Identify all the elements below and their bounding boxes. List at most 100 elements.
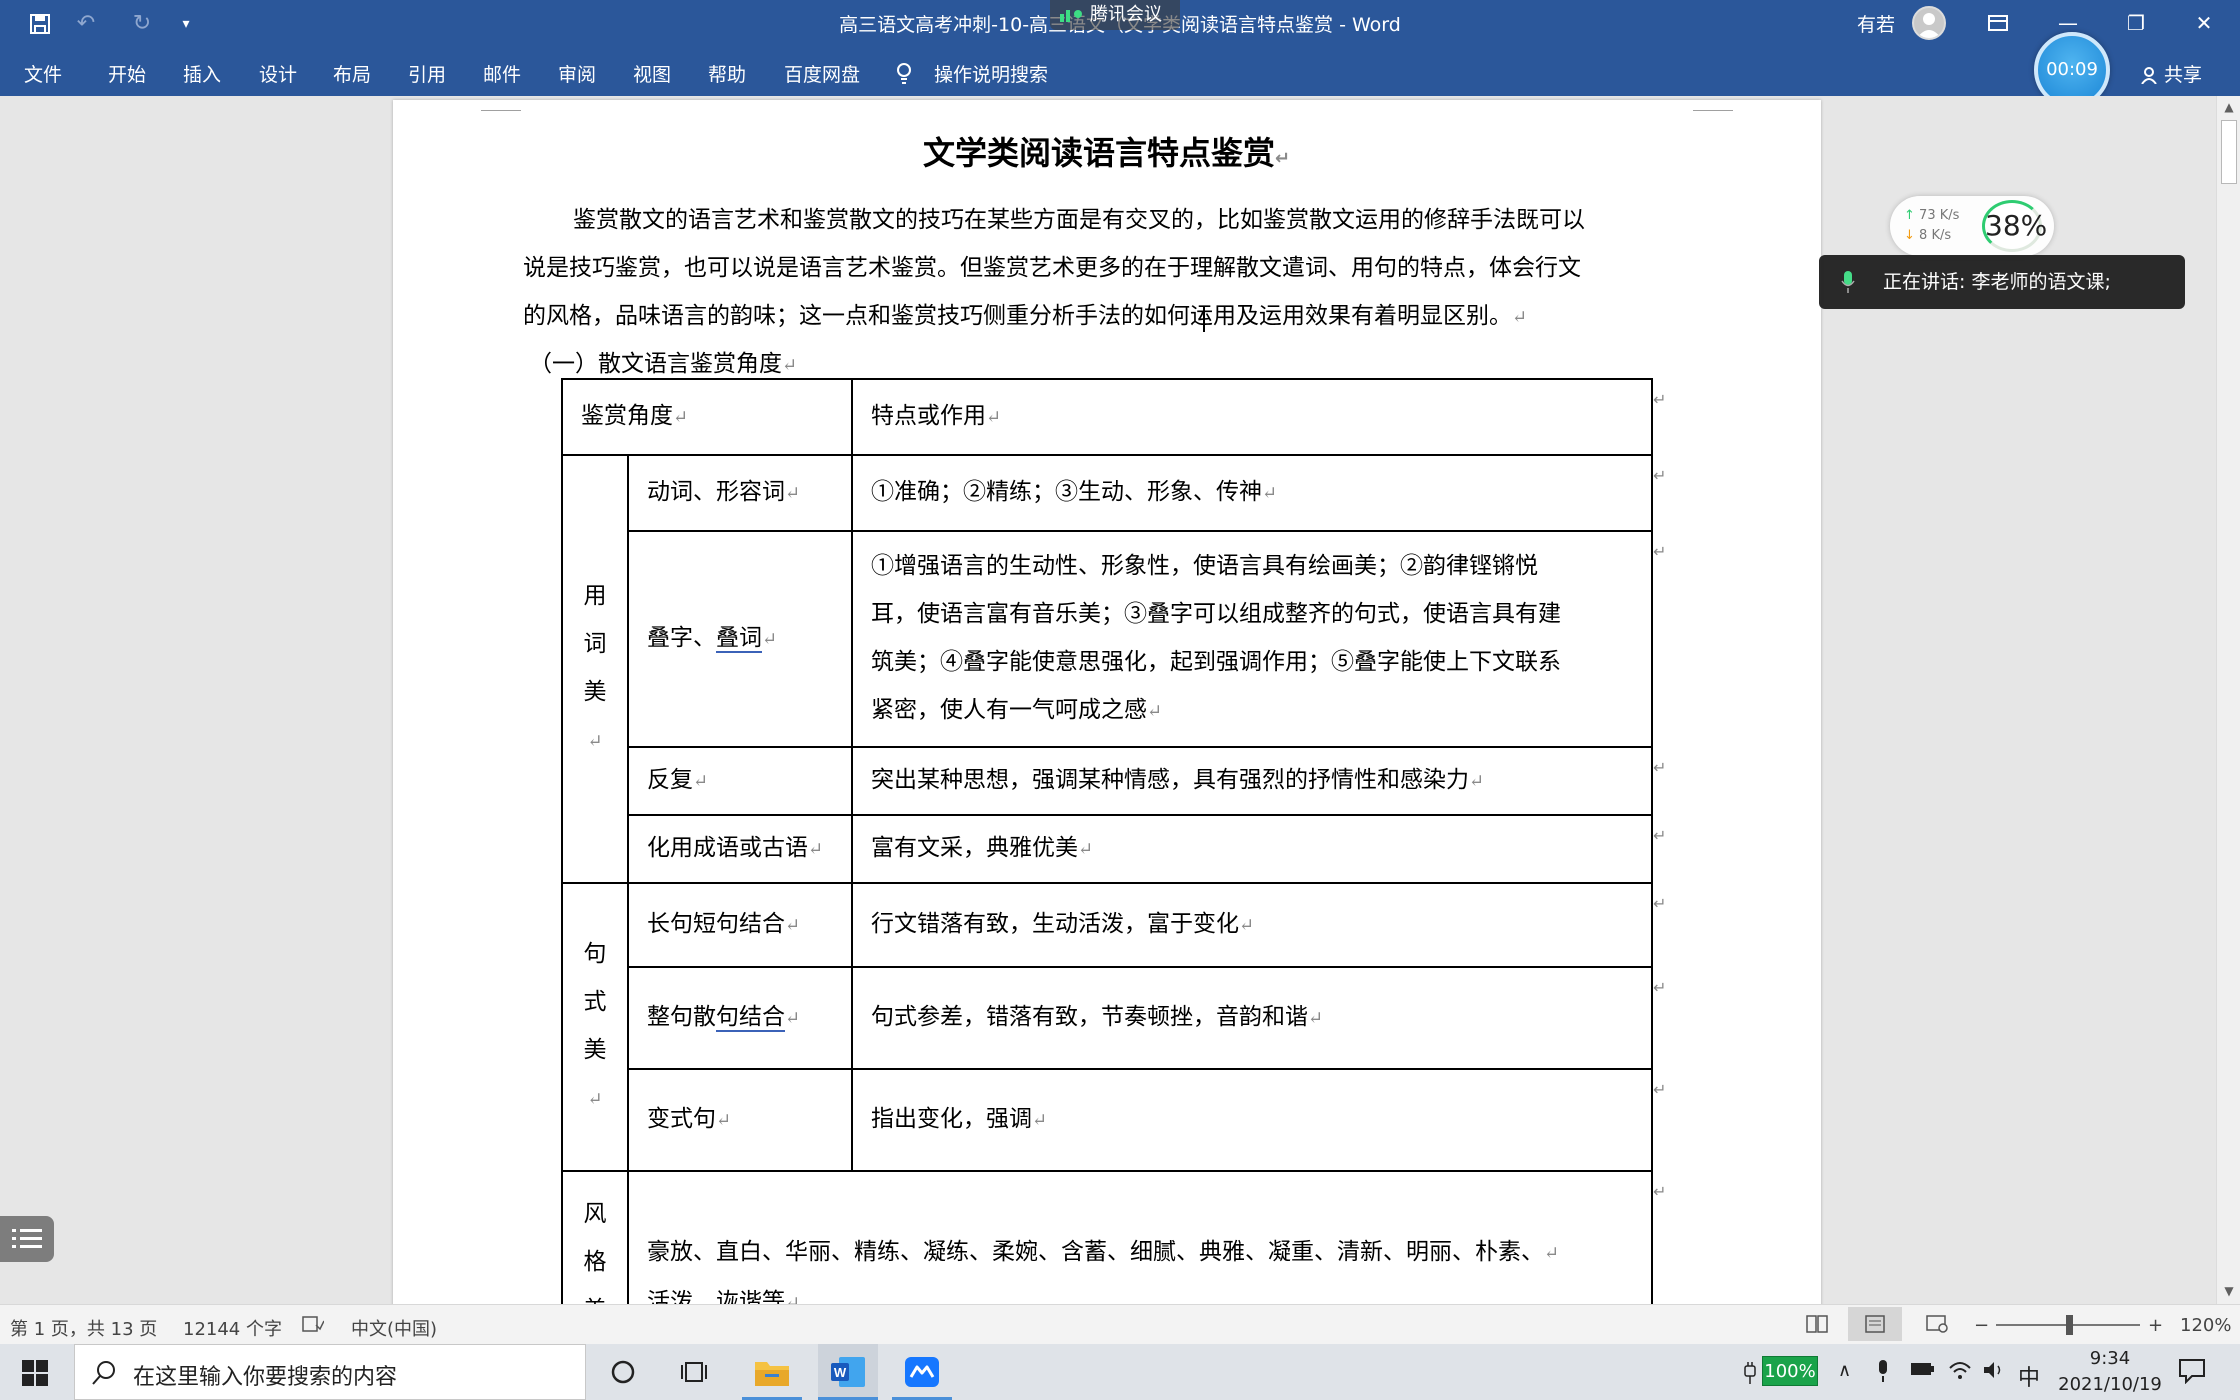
windows-start-icon[interactable] — [22, 1360, 48, 1390]
wifi-icon[interactable] — [1948, 1360, 1972, 1385]
paragraph-line[interactable]: 说是技巧鉴赏，也可以说是语言艺术鉴赏。但鉴赏艺术更多的在于理解散文遣词、用句的特… — [523, 244, 1693, 292]
table-cell[interactable]: 豪放、直白、华丽、精练、凝练、柔婉、含蓄、细腻、典雅、凝重、清新、明丽、朴素、↵… — [627, 1170, 1653, 1304]
avatar[interactable] — [1912, 6, 1946, 40]
row-end-mark: ↵ — [1653, 978, 1667, 997]
person-icon — [2140, 64, 2164, 86]
table-cell-group[interactable]: 句式美↵ — [561, 882, 629, 1172]
zoom-slider[interactable] — [1996, 1315, 2140, 1335]
power-plug-icon[interactable] — [1742, 1360, 1758, 1388]
upload-speed: ↑ 73 K/s — [1904, 208, 1960, 223]
share-button[interactable]: 共享 — [2140, 60, 2202, 87]
web-layout-icon[interactable] — [1926, 1315, 1948, 1338]
download-speed: ↓ 8 K/s — [1904, 228, 1952, 243]
table-cell[interactable]: 富有文采，典雅优美↵ — [851, 814, 1653, 884]
paragraph-line[interactable]: 的风格，品味语言的韵味；这一点和鉴赏技巧侧重分析手法的如何运用及运用效果有着明显… — [523, 292, 1693, 342]
clock-time: 9:34 — [2089, 1348, 2131, 1369]
volume-icon[interactable] — [1982, 1360, 2006, 1385]
table-cell[interactable]: 特点或作用↵ — [851, 378, 1653, 456]
user-name[interactable]: 有若 — [1857, 10, 1895, 37]
table-cell[interactable]: ①增强语言的生动性、形象性，使语言具有绘画美；②韵律铿锵悦 耳，使语言富有音乐美… — [851, 530, 1653, 748]
speaking-indicator: 正在讲话: 李老师的语文课; — [1819, 255, 2185, 309]
taskbar-search-input[interactable]: 在这里输入你要搜索的内容 — [74, 1344, 586, 1400]
table-cell[interactable]: 长句短句结合↵ — [627, 882, 853, 968]
table-cell[interactable]: 行文错落有致，生动活泼，富于变化↵ — [851, 882, 1653, 968]
table-cell[interactable]: 动词、形容词↵ — [627, 454, 853, 532]
word-count[interactable]: 12144 个字 — [183, 1315, 282, 1341]
tray-overflow-icon[interactable]: ∧ — [1838, 1360, 1851, 1381]
table-cell[interactable]: 化用成语或古语↵ — [627, 814, 853, 884]
clock[interactable]: 9:34 2021/10/19 — [2050, 1346, 2170, 1398]
read-mode-icon[interactable] — [1806, 1315, 1828, 1338]
text-cursor — [1203, 306, 1205, 332]
table-row: 化用成语或古语↵ 富有文采，典雅优美↵ — [562, 814, 1653, 884]
table-cell-group[interactable]: 风格美↵ — [561, 1170, 629, 1304]
tab-mailings[interactable]: 邮件 — [483, 60, 521, 87]
zoom-in-icon[interactable]: + — [2148, 1315, 2163, 1336]
list-icon — [12, 1229, 42, 1248]
scroll-up-icon[interactable]: ▲ — [2217, 100, 2240, 114]
table-row: 变式句↵ 指出变化，强调↵ — [562, 1068, 1653, 1172]
tab-layout[interactable]: 布局 — [333, 60, 371, 87]
table-cell[interactable]: 变式句↵ — [627, 1068, 853, 1172]
battery-indicator[interactable]: 100% — [1762, 1356, 1818, 1386]
network-speed-widget[interactable]: ↑ 73 K/s ↓ 8 K/s 38% — [1890, 196, 2054, 256]
close-icon[interactable]: ✕ — [2184, 6, 2224, 40]
table-cell[interactable]: 叠字、叠词↵ — [627, 530, 853, 748]
zoom-out-icon[interactable]: − — [1974, 1315, 1989, 1336]
row-end-mark: ↵ — [1653, 390, 1667, 409]
tab-review[interactable]: 审阅 — [558, 60, 596, 87]
row-end-mark: ↵ — [1653, 894, 1667, 913]
margin-mark — [481, 110, 521, 111]
meeting-indicator[interactable]: 腾讯会议 — [1050, 0, 1180, 30]
battery-tray-icon[interactable] — [1910, 1360, 1936, 1383]
language[interactable]: 中文(中国) — [351, 1315, 437, 1341]
zoom-slider-thumb[interactable] — [2066, 1315, 2073, 1335]
print-layout-icon[interactable] — [1848, 1307, 1902, 1341]
file-explorer-icon[interactable] — [742, 1344, 802, 1400]
proofing-icon[interactable] — [302, 1315, 325, 1338]
zoom-level[interactable]: 120% — [2180, 1315, 2231, 1336]
word-app-icon[interactable]: W — [818, 1344, 878, 1400]
tab-help[interactable]: 帮助 — [708, 60, 746, 87]
share-label: 共享 — [2164, 64, 2203, 86]
table-cell[interactable]: 鉴赏角度↵ — [561, 378, 853, 456]
table-cell[interactable]: 反复↵ — [627, 746, 853, 816]
table-row: 风格美↵ 豪放、直白、华丽、精练、凝练、柔婉、含蓄、细腻、典雅、凝重、清新、明丽… — [561, 1170, 1653, 1304]
tab-home[interactable]: 开始 — [108, 60, 146, 87]
navigation-pane-button[interactable] — [0, 1216, 54, 1262]
task-view-icon[interactable] — [680, 1359, 708, 1389]
tab-references[interactable]: 引用 — [408, 60, 446, 87]
table-cell[interactable]: 整句散句结合↵ — [627, 966, 853, 1070]
cortana-icon[interactable] — [610, 1359, 636, 1389]
document-page[interactable]: 文学类阅读语言特点鉴赏↵ 鉴赏散文的语言艺术和鉴赏散文的技巧在某些方面是有交叉的… — [393, 100, 1821, 1304]
tab-file[interactable]: 文件 — [24, 60, 62, 87]
clock-date: 2021/10/19 — [2058, 1374, 2162, 1395]
table-cell[interactable]: 指出变化，强调↵ — [851, 1068, 1653, 1172]
document-heading[interactable]: 文学类阅读语言特点鉴赏↵ — [923, 128, 1290, 174]
microphone-tray-icon[interactable] — [1876, 1360, 1890, 1387]
page-count[interactable]: 第 1 页，共 13 页 — [10, 1315, 157, 1341]
tab-view[interactable]: 视图 — [633, 60, 671, 87]
scroll-down-icon[interactable]: ▼ — [2217, 1284, 2240, 1298]
meeting-name: 腾讯会议 — [1090, 4, 1162, 25]
table-cell[interactable]: 句式参差，错落有致，节奏顿挫，音韵和谐↵ — [851, 966, 1653, 1070]
tab-baidu-netdisk[interactable]: 百度网盘 — [784, 60, 860, 87]
ribbon-display-options-icon[interactable] — [1978, 6, 2018, 40]
notification-icon[interactable] — [2178, 1358, 2206, 1388]
search-icon — [92, 1361, 115, 1385]
table-cell[interactable]: ①准确；②精练；③生动、形象、传神↵ — [851, 454, 1653, 532]
scroll-thumb[interactable] — [2221, 120, 2237, 184]
tab-design[interactable]: 设计 — [259, 60, 297, 87]
row-end-mark: ↵ — [1653, 542, 1667, 561]
input-method[interactable]: 中 — [2018, 1360, 2040, 1392]
lightbulb-icon — [896, 63, 918, 86]
table-cell-group[interactable]: 用词美↵ — [561, 454, 629, 884]
paragraph-line[interactable]: 鉴赏散文的语言艺术和鉴赏散文的技巧在某些方面是有交叉的，比如鉴赏散文运用的修辞手… — [523, 196, 1693, 244]
table-cell[interactable]: 突出某种思想，强调某种情感，具有强烈的抒情性和感染力↵ — [851, 746, 1653, 816]
restore-icon[interactable]: ❐ — [2116, 6, 2156, 40]
table-row: 鉴赏角度↵ 特点或作用↵ — [561, 378, 1653, 456]
vertical-scrollbar[interactable]: ▲ ▼ — [2216, 96, 2240, 1304]
tell-me-search[interactable]: 操作说明搜索 — [896, 60, 1048, 87]
tab-insert[interactable]: 插入 — [183, 60, 221, 87]
tencent-meeting-icon[interactable] — [892, 1344, 952, 1400]
